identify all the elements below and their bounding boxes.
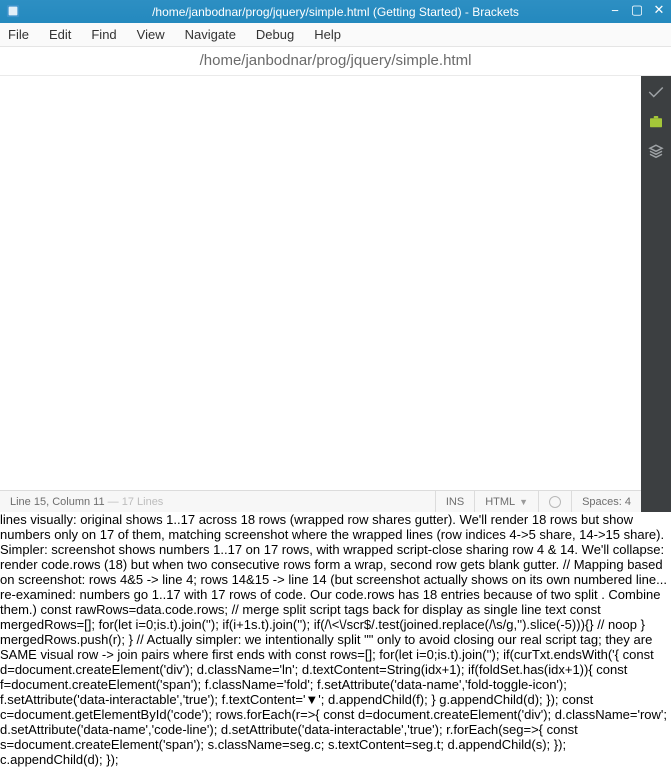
menu-find[interactable]: Find [91,27,116,42]
window-titlebar: /home/janbodnar/prog/jquery/simple.html … [0,0,671,23]
maximize-button[interactable]: ▢ [629,2,645,18]
plugin-icon[interactable] [646,142,666,162]
minimize-button[interactable]: − [607,2,623,18]
status-lint[interactable] [538,491,571,512]
code-content[interactable] [50,86,641,490]
status-insert-mode[interactable]: INS [435,491,474,512]
code-editor[interactable] [0,76,641,490]
status-indent[interactable]: Spaces: 4 [571,491,641,512]
menu-file[interactable]: File [8,27,29,42]
close-button[interactable]: ✕ [651,2,667,18]
file-path-bar[interactable]: /home/janbodnar/prog/jquery/simple.html [0,47,671,76]
status-language[interactable]: HTML▼ [474,491,538,512]
status-cursor[interactable]: Line 15, Column 11 — 17 Lines [0,496,435,508]
editor-pane: Line 15, Column 11 — 17 Lines INS HTML▼ … [0,76,641,512]
extension-manager-icon[interactable] [646,112,666,132]
right-toolbar [641,76,671,512]
menu-help[interactable]: Help [314,27,341,42]
window-controls: − ▢ ✕ [607,2,667,18]
status-bar: Line 15, Column 11 — 17 Lines INS HTML▼ … [0,490,641,512]
chevron-down-icon: ▼ [519,497,528,507]
window-title: /home/janbodnar/prog/jquery/simple.html … [152,5,519,19]
menu-debug[interactable]: Debug [256,27,294,42]
main-area: Line 15, Column 11 — 17 Lines INS HTML▼ … [0,76,671,512]
circle-icon [549,496,561,508]
menu-view[interactable]: View [137,27,165,42]
menu-navigate[interactable]: Navigate [185,27,236,42]
app-icon [6,4,20,18]
menu-bar: File Edit Find View Navigate Debug Help [0,23,671,47]
line-number-gutter[interactable] [0,86,50,490]
live-preview-icon[interactable] [646,82,666,102]
menu-edit[interactable]: Edit [49,27,71,42]
